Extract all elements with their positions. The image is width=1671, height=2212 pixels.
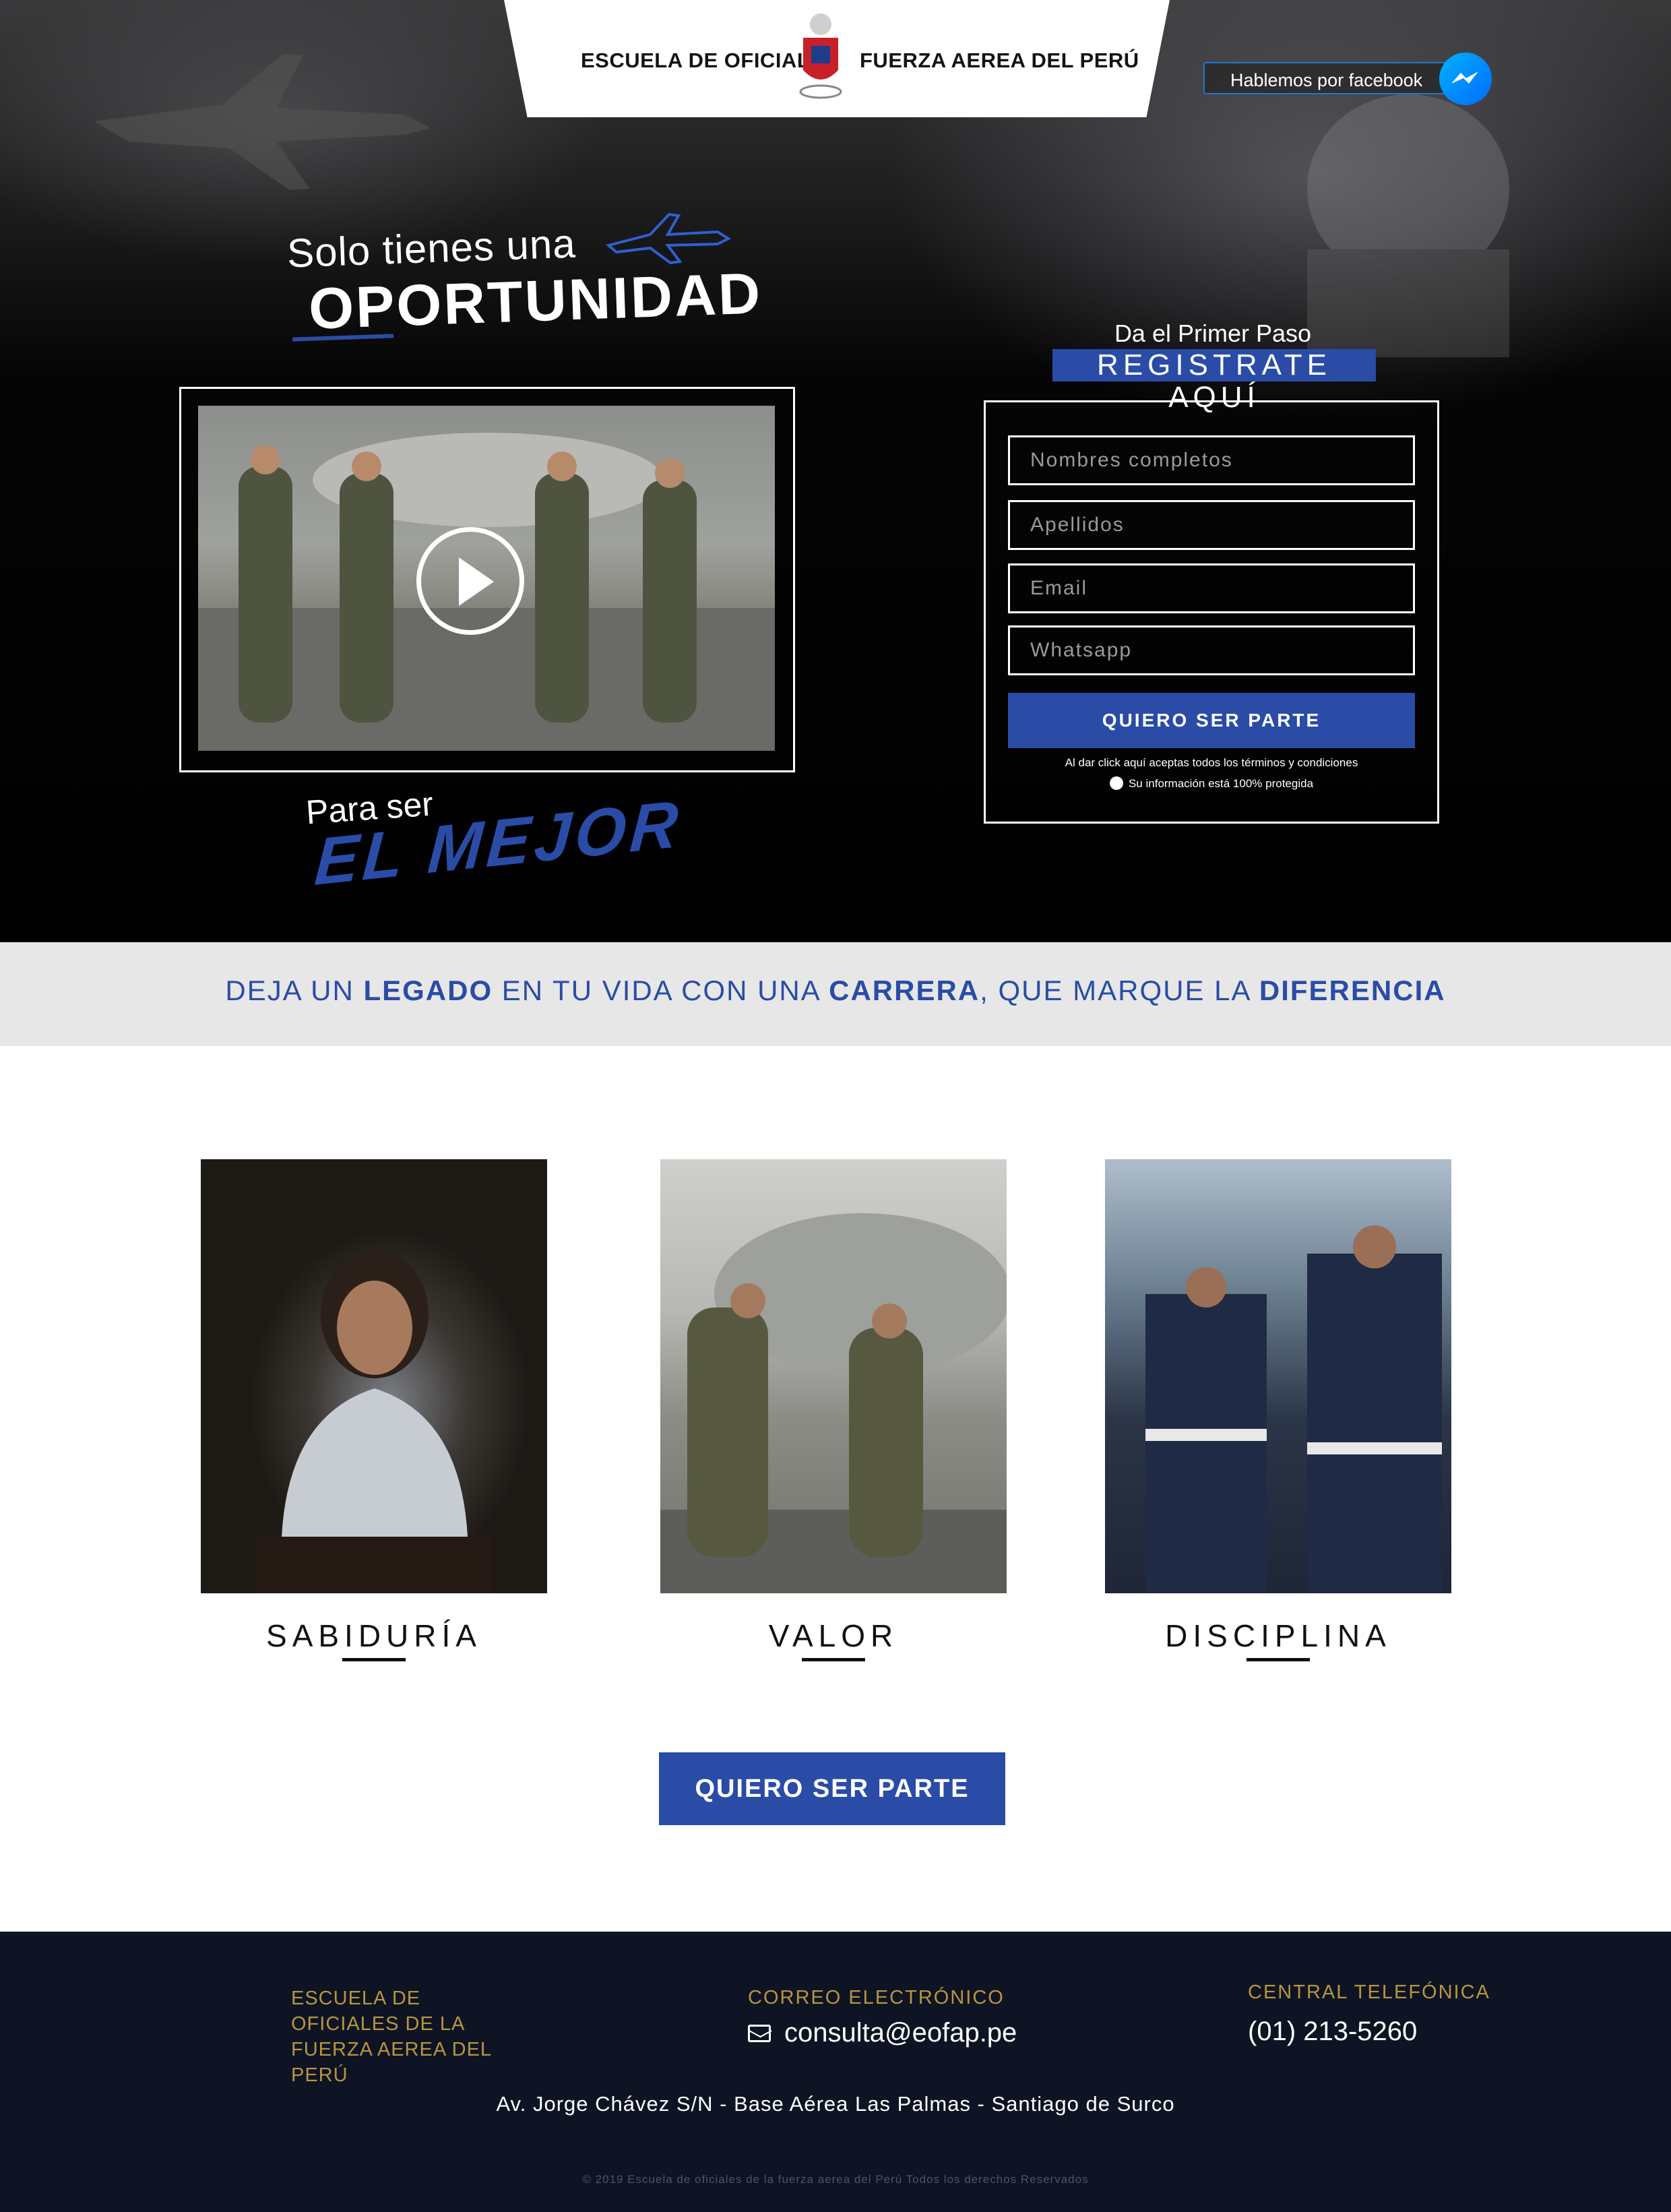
value-label-wisdom: SABIDURÍA [266,1618,482,1653]
legacy-highlight: DIFERENCIA [1259,975,1446,1006]
value-label-courage: VALOR [768,1618,899,1653]
legacy-message: DEJA UN LEGADO EN TU VIDA CON UNA CARRER… [0,975,1671,1007]
secure-note: Su información está 100% protegida [984,776,1439,791]
mail-icon [748,2025,771,2042]
legacy-part: , QUE MARQUE LA [980,975,1259,1006]
discipline-image [1105,1159,1451,1593]
join-cta-button[interactable]: QUIERO SER PARTE [659,1752,1005,1825]
footer-school-name: ESCUELA DE OFICIALES DE LA FUERZA AEREA … [291,1988,491,2086]
value-label-discipline: DISCIPLINA [1165,1618,1391,1653]
footer-address: Av. Jorge Chávez S/N - Base Aérea Las Pa… [496,2092,1175,2116]
footer-copyright: © 2019 Escuela de oficiales de la fuerza… [582,2173,1089,2186]
form-intro: Da el Primer Paso [1114,319,1312,347]
lock-icon [1109,776,1123,790]
plane-icon [605,212,731,264]
logo-text-right: FUERZA AEREA DEL PERÚ [860,49,1139,72]
legacy-highlight: LEGADO [363,975,493,1006]
discipline-illustration [1145,1225,1442,1593]
wisdom-illustration [255,1250,493,1593]
legacy-part: DEJA UN [225,975,364,1006]
courage-illustration [660,1213,1007,1593]
legacy-part: EN TU VIDA CON UNA [493,975,829,1006]
form-title: REGISTRATE AQUÍ [1052,349,1376,414]
courage-image [660,1159,1007,1593]
whatsapp-input[interactable] [1008,625,1415,675]
last-name-input[interactable] [1008,500,1415,550]
secure-text: Su información está 100% protegida [1128,777,1314,790]
facebook-chat-label: Hablemos por facebook [1230,70,1423,90]
play-icon[interactable] [416,527,524,635]
terms-text[interactable]: Al dar click aquí aceptas todos los térm… [984,756,1439,770]
first-name-input[interactable] [1008,435,1415,485]
wisdom-image [201,1159,547,1593]
value-underline [1247,1658,1310,1661]
footer-mail-label: CORREO ELECTRÓNICO [748,1987,1005,2008]
crest-logo-icon [799,13,842,99]
fighter-jet-silhouette [94,54,431,190]
messenger-icon[interactable] [1439,53,1492,105]
value-underline [342,1658,406,1661]
footer-phone-label: CENTRAL TELEFÓNICA [1248,1981,1490,2003]
form-submit-button[interactable]: QUIERO SER PARTE [1008,693,1415,748]
footer-phone[interactable]: (01) 213-5260 [1248,2017,1417,2047]
email-input[interactable] [1008,563,1415,613]
footer-email-link[interactable]: consulta@eofap.pe [784,2018,1017,2048]
footer [0,1932,1671,2212]
legacy-highlight: CARRERA [829,975,980,1006]
value-underline [802,1658,865,1661]
pilot-silhouette [1307,94,1509,357]
facebook-chat-button[interactable]: Hablemos por facebook [1203,62,1459,94]
